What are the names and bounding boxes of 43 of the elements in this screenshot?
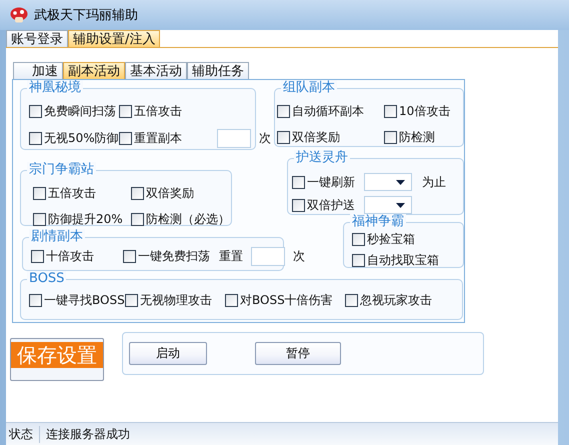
action-button[interactable]: 启动: [129, 342, 207, 365]
checkbox[interactable]: 自动循环副本: [277, 103, 384, 120]
checkbox[interactable]: 十倍攻击: [31, 248, 123, 265]
checkbox[interactable]: 免费瞬间扫荡: [29, 103, 119, 120]
checkbox[interactable]: 防检测: [384, 129, 491, 146]
group-title: 组队副本: [281, 80, 337, 96]
tab[interactable]: 辅助任务: [187, 62, 249, 79]
label: 重置: [219, 248, 243, 265]
checkbox[interactable]: 忽视玩家攻击: [345, 292, 432, 309]
tab[interactable]: 辅助设置/注入: [68, 30, 160, 47]
checkbox[interactable]: 双倍奖励: [127, 185, 225, 202]
group-title: 护送灵舟: [294, 150, 350, 166]
checkbox[interactable]: 五倍攻击: [29, 185, 127, 202]
group-title: 神凰秘境: [27, 80, 83, 96]
tab[interactable]: 账号登录: [6, 30, 68, 47]
window-title: 武极天下玛丽辅助: [34, 7, 138, 24]
label: 为止: [422, 174, 446, 190]
label: 次: [259, 130, 271, 147]
checkbox[interactable]: 无视物理攻击: [125, 292, 225, 309]
status-message: 连接服务器成功: [45, 426, 130, 442]
action-button[interactable]: 暂停: [255, 342, 341, 365]
checkbox[interactable]: 五倍攻击: [119, 103, 209, 120]
tab[interactable]: 基本活动: [125, 62, 187, 79]
checkbox[interactable]: 对BOSS十倍伤害: [225, 292, 345, 309]
checkbox[interactable]: 一键免费扫荡: [123, 248, 215, 265]
checkbox[interactable]: 防检测（必选）: [127, 211, 230, 228]
tab[interactable]: 副本活动: [63, 62, 125, 79]
checkbox[interactable]: 自动找取宝箱: [352, 252, 439, 269]
checkbox[interactable]: 防御提升20%: [29, 211, 127, 228]
group-title: 宗门争霸站: [27, 162, 96, 178]
checkbox[interactable]: 无视50%防御: [29, 130, 119, 147]
checkbox[interactable]: 一键寻找BOSS: [29, 292, 125, 309]
checkbox[interactable]: 重置副本: [119, 130, 209, 147]
status-label: 状态: [6, 426, 40, 442]
checkbox[interactable]: 双倍护送: [292, 196, 356, 214]
tab[interactable]: 加速: [13, 62, 63, 79]
group-title: 福神争霸: [350, 214, 406, 230]
checkbox[interactable]: 双倍奖励: [277, 129, 384, 146]
group-title: 剧情副本: [29, 229, 85, 245]
checkbox[interactable]: 10倍攻击: [384, 103, 491, 120]
checkbox[interactable]: 秒捡宝箱: [352, 231, 415, 248]
checkbox[interactable]: 一键刷新: [292, 174, 356, 190]
label: 次: [293, 248, 305, 265]
